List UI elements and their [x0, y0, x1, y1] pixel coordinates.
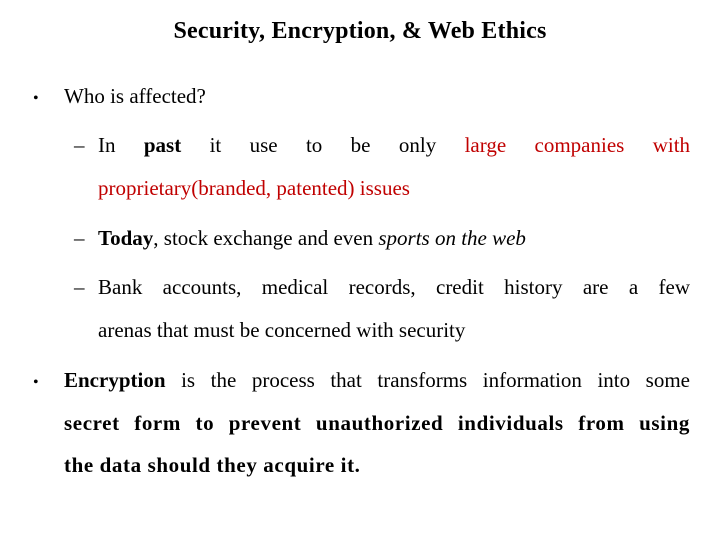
dash-icon: – [74, 226, 85, 250]
bullet-encryption-line2: secret form to prevent unauthorized indi… [64, 411, 690, 435]
bullet-icon: • [33, 374, 39, 391]
sub-bullet-today: Today, stock exchange and even sports on… [98, 226, 526, 250]
dash-icon: – [74, 275, 85, 299]
bullet-encryption-line3: the data should they acquire it. [64, 453, 361, 477]
sub-bullet-bank-continued: arenas that must be concerned with secur… [98, 318, 466, 342]
sub-bullet-past: In past it use to be only large companie… [98, 133, 691, 157]
dash-icon: – [74, 133, 85, 157]
sub-bullet-bank: Bank accounts, medical records, credit h… [98, 275, 690, 299]
bullet-who-affected: Who is affected? [64, 84, 206, 108]
sub-bullet-past-continued: proprietary(branded, patented) issues [98, 176, 410, 200]
bullet-encryption: Encryption is the process that transform… [64, 368, 690, 392]
slide-title: Security, Encryption, & Web Ethics [173, 18, 547, 44]
bullet-icon: • [33, 90, 39, 107]
